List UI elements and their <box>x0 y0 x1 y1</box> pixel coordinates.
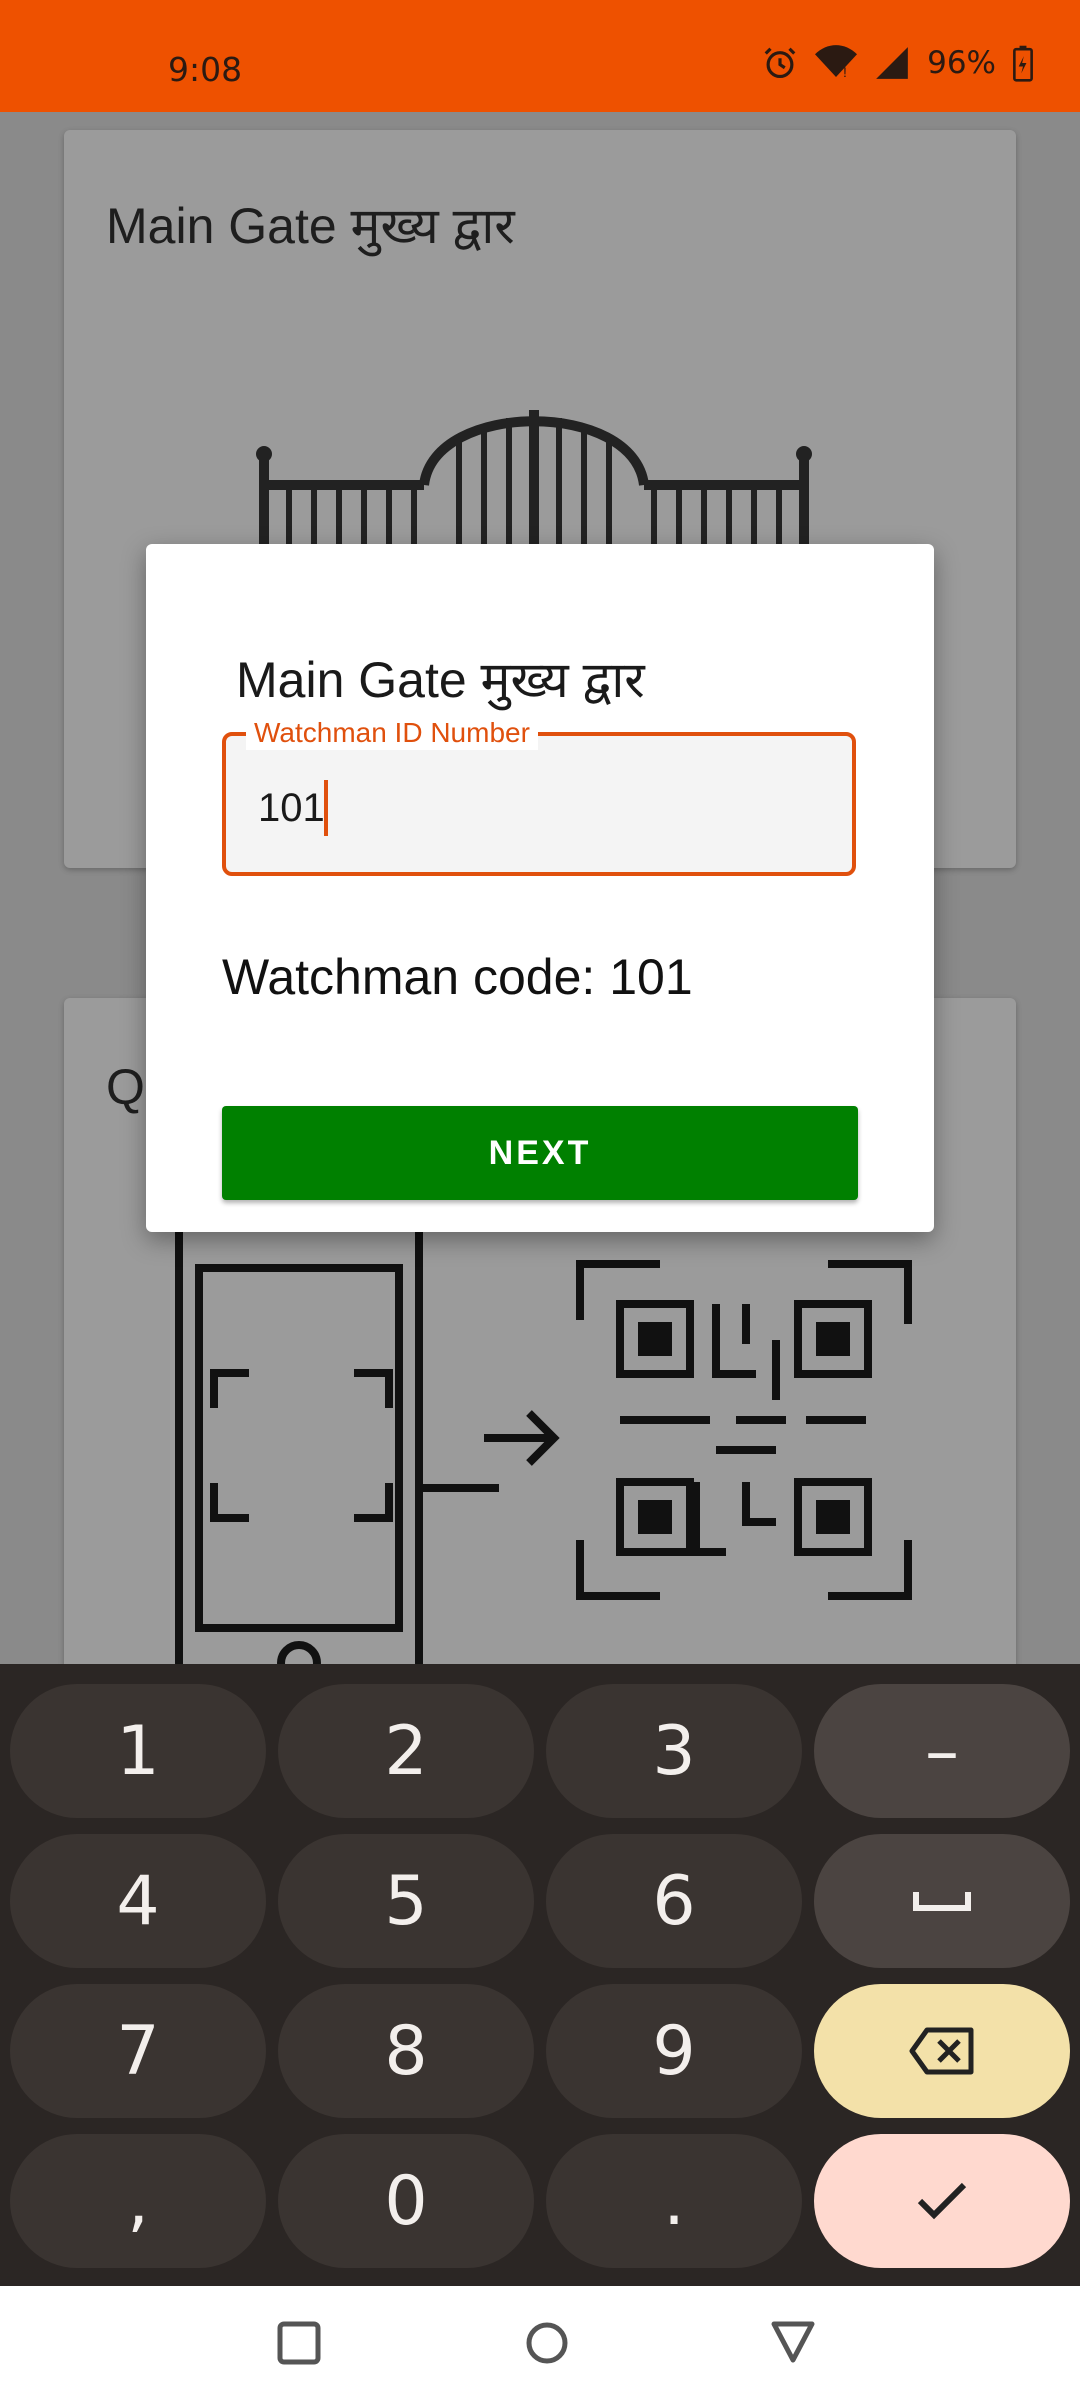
phone-scan-icon <box>175 1214 499 1698</box>
svg-text:!: ! <box>843 64 847 80</box>
field-label: Watchman ID Number <box>246 716 538 750</box>
arrow-right-icon <box>484 1410 560 1466</box>
wifi-icon: ! <box>815 45 858 80</box>
card-title: Main Gate मुख्य द्वार <box>106 198 515 254</box>
key-3[interactable]: 3 <box>546 1684 802 1818</box>
key-5[interactable]: 5 <box>278 1834 534 1968</box>
alarm-icon <box>764 47 796 79</box>
key-comma[interactable]: , <box>10 2134 266 2268</box>
key-backspace[interactable] <box>814 1984 1070 2118</box>
dialog-title: Main Gate मुख्य द्वार <box>236 652 645 708</box>
key-9[interactable]: 9 <box>546 1984 802 2118</box>
key-4[interactable]: 4 <box>10 1834 266 1968</box>
battery-charging-icon <box>1013 45 1033 82</box>
key-8[interactable]: 8 <box>278 1984 534 2118</box>
key-0[interactable]: 0 <box>278 2134 534 2268</box>
key-period[interactable]: . <box>546 2134 802 2268</box>
key-6[interactable]: 6 <box>546 1834 802 1968</box>
status-bar: 9:08 ! 96% <box>0 0 1080 112</box>
key-space[interactable] <box>814 1834 1070 1968</box>
space-icon <box>913 1892 971 1911</box>
recent-apps-icon[interactable] <box>276 2316 322 2366</box>
next-button[interactable]: NEXT <box>222 1106 858 1200</box>
battery-percent: 96% <box>927 45 996 81</box>
status-icons: ! 96% <box>761 44 1034 82</box>
home-icon[interactable] <box>524 2316 570 2366</box>
backspace-icon <box>909 2027 974 2075</box>
watchman-code-text: Watchman code: 101 <box>222 949 693 1005</box>
numeric-keyboard: 1 2 3 – 4 5 6 7 8 9 , 0 . <box>0 1664 1080 2286</box>
back-icon[interactable] <box>770 2316 816 2366</box>
status-time: 9:08 <box>168 50 243 89</box>
system-nav-bar <box>0 2286 1080 2400</box>
watchman-id-input[interactable] <box>258 778 818 838</box>
key-dash[interactable]: – <box>814 1684 1070 1818</box>
key-2[interactable]: 2 <box>278 1684 534 1818</box>
key-1[interactable]: 1 <box>10 1684 266 1818</box>
key-done[interactable] <box>814 2134 1070 2268</box>
check-icon <box>917 2182 967 2220</box>
watchman-id-field[interactable]: Watchman ID Number <box>222 716 856 876</box>
key-7[interactable]: 7 <box>10 1984 266 2118</box>
watchman-id-dialog: Main Gate मुख्य द्वार Watchman ID Number… <box>146 544 934 1232</box>
text-cursor <box>324 780 328 836</box>
signal-icon <box>876 47 908 79</box>
qr-code-icon <box>576 1260 912 1600</box>
card-title: Q <box>106 1059 145 1115</box>
